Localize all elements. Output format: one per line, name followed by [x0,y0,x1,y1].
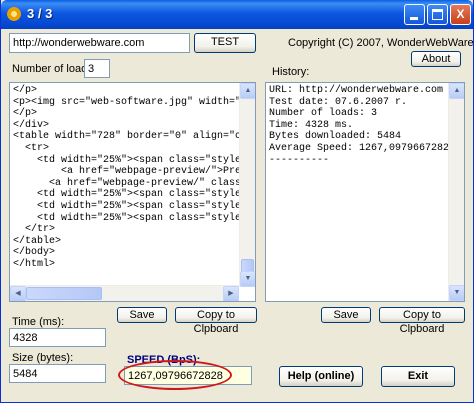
source-vertical-scrollbar[interactable]: ▲ ▼ [239,83,255,287]
source-line: <td width="25%"><span class="style [13,212,242,224]
copyright-text: Copyright (C) 2007, WonderWebWare.com [288,37,474,49]
source-line: </tr> [13,224,56,236]
window-title: 3 / 3 [27,6,53,21]
source-line: <td width="25%"><span class="style [13,200,242,212]
source-line: <a href="webpage-preview/">Pre [13,166,242,178]
history-label: History: [272,66,310,78]
history-scroll-up-icon[interactable]: ▲ [449,83,464,99]
app-gear-icon [7,7,21,21]
size-label: Size (bytes): [12,352,74,364]
source-line: </table> [13,235,62,247]
size-field[interactable]: 5484 [9,364,106,383]
loads-input[interactable]: 3 [84,59,110,78]
history-line: Bytes downloaded: 5484 [269,131,402,143]
time-label: Time (ms): [12,316,65,328]
minimize-button[interactable] [404,4,425,25]
left-copy-button[interactable]: Copy to Clpboard [175,307,257,335]
about-button[interactable]: About [411,51,461,67]
source-line: <table width="728" border="0" align="c [13,131,242,143]
source-line: </body> [13,247,56,259]
source-line: </html> [13,258,56,270]
scroll-down-icon[interactable]: ▼ [240,271,255,287]
test-button[interactable]: TEST [194,33,256,53]
source-line: </div> [13,119,50,131]
history-line: Time: 4328 ms. [269,119,354,131]
scroll-up-icon[interactable]: ▲ [240,83,255,99]
hscroll-thumb[interactable] [26,287,102,300]
source-line: <td width="25%"><span class="style [13,154,242,166]
history-line: URL: http://wonderwebware.com [269,85,444,96]
minimize-icon [410,17,418,20]
right-save-button[interactable]: Save [321,307,371,323]
history-scroll-down-icon[interactable]: ▼ [449,285,464,301]
exit-button[interactable]: Exit [381,366,455,387]
main-window: 3 / 3 X http://wonderwebware.com TEST Co… [0,0,474,403]
history-textarea[interactable]: URL: http://wonderwebware.com Test date: … [265,82,465,302]
close-button[interactable]: X [450,4,471,25]
maximize-icon [432,9,443,20]
history-vertical-scrollbar[interactable]: ▲ ▼ [448,83,464,301]
help-online-button[interactable]: Help (online) [279,366,363,387]
scroll-right-icon[interactable]: ▶ [223,286,239,301]
source-line: </p> [13,108,38,120]
history-line: Number of loads: 3 [269,108,378,120]
title-bar[interactable]: 3 / 3 X [1,0,473,29]
history-line: Test date: 07.6.2007 r. [269,96,408,108]
history-line: Average Speed: 1267,0979667282 [269,142,450,154]
source-line: </p> [13,85,38,96]
scroll-left-icon[interactable]: ◀ [10,286,26,301]
source-textarea[interactable]: </p> <p><img src="web-software.jpg" width… [9,82,256,302]
source-code: </p> <p><img src="web-software.jpg" width… [10,83,255,273]
history-line: ---------- [269,154,330,166]
left-save-button[interactable]: Save [117,307,167,323]
close-icon: X [456,7,465,21]
source-line: <a href="webpage-preview/" class [13,177,242,189]
source-line: <p><img src="web-software.jpg" width=" [13,96,242,108]
source-line: <td width="25%"><span class="style [13,189,242,201]
highlight-circle [118,360,232,390]
url-input[interactable]: http://wonderwebware.com [9,33,190,53]
history-text: URL: http://wonderwebware.com Test date: … [266,83,464,168]
time-field[interactable]: 4328 [9,328,106,347]
right-copy-button[interactable]: Copy to Clpboard [379,307,465,335]
source-horizontal-scrollbar[interactable]: ◀ ▶ [10,285,239,301]
source-line: <tr> [13,142,50,154]
maximize-button[interactable] [427,4,448,25]
